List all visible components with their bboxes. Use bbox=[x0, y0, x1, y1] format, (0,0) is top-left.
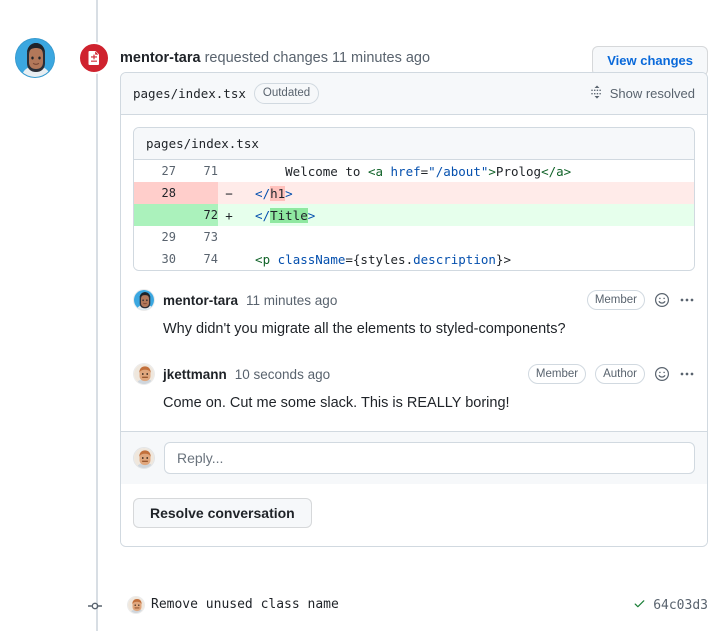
code-token: </ bbox=[240, 186, 270, 201]
diff-line-number-old: 29 bbox=[134, 226, 176, 248]
diff-line-number-old bbox=[134, 204, 176, 226]
code-token: <p bbox=[240, 252, 270, 267]
outdated-badge: Outdated bbox=[254, 83, 319, 104]
role-badge-author: Author bbox=[595, 364, 645, 384]
diff-line-number-old: 27 bbox=[134, 160, 176, 182]
diff-code: </Title> bbox=[240, 204, 694, 226]
commit-status: 64c03d3 bbox=[633, 597, 708, 614]
comment-author[interactable]: mentor-tara bbox=[163, 293, 238, 308]
code-token: <a bbox=[368, 164, 383, 179]
comment-header: mentor-tara 11 minutes ago Member bbox=[133, 285, 695, 315]
code-token bbox=[270, 252, 278, 267]
unfold-icon bbox=[590, 85, 604, 102]
kebab-menu-icon[interactable] bbox=[679, 366, 695, 382]
review-action: requested changes 11 minutes ago bbox=[201, 50, 430, 66]
code-token: > bbox=[488, 164, 496, 179]
comment-actions: Member bbox=[587, 290, 695, 310]
comment-list: mentor-tara 11 minutes ago Member Why didn'… bbox=[121, 283, 707, 431]
diff-row: 2771 Welcome to <a href="/about">Prolog<… bbox=[134, 160, 694, 182]
code-token: </ bbox=[240, 208, 270, 223]
avatar-jkettmann[interactable] bbox=[133, 363, 155, 385]
code-token: > bbox=[285, 186, 293, 201]
commit-sha-text[interactable]: 64c03d3 bbox=[653, 598, 708, 613]
code-token: "/about" bbox=[428, 164, 488, 179]
code-token: {styles. bbox=[353, 252, 413, 267]
code-token: href bbox=[391, 164, 421, 179]
diff-code: </h1> bbox=[240, 182, 694, 204]
comment-author[interactable]: jkettmann bbox=[163, 367, 227, 382]
kebab-menu-icon[interactable] bbox=[679, 292, 695, 308]
comment-header: jkettmann 10 seconds ago Member Author bbox=[133, 359, 695, 389]
comment-actions: Member Author bbox=[528, 364, 695, 384]
review-actor[interactable]: mentor-tara bbox=[120, 50, 201, 66]
timeline-rail bbox=[96, 0, 98, 631]
comment-timestamp: 11 minutes ago bbox=[246, 293, 337, 308]
reply-input[interactable] bbox=[164, 442, 695, 474]
diff-line-number-new: 73 bbox=[176, 226, 218, 248]
avatar-mentor-tara[interactable] bbox=[133, 289, 155, 311]
diff-file-header: pages/index.tsx bbox=[134, 128, 694, 160]
diff-row: 72+ </Title> bbox=[134, 204, 694, 226]
comment: mentor-tara 11 minutes ago Member Why didn'… bbox=[121, 283, 707, 357]
diff-code: Welcome to <a href="/about">Prolog</a> bbox=[240, 160, 694, 182]
code-token: }> bbox=[496, 252, 511, 267]
diff-line-number-old: 28 bbox=[134, 182, 176, 204]
code-token: description bbox=[413, 252, 496, 267]
diff-code: <p className={styles.description}> bbox=[240, 248, 694, 270]
diff-row: 3074 <p className={styles.description}> bbox=[134, 248, 694, 270]
commit-message[interactable]: Remove unused class name bbox=[151, 597, 339, 612]
code-token: > bbox=[308, 208, 316, 223]
file-diff-icon bbox=[78, 42, 110, 74]
diff-line-number-new: 72 bbox=[176, 204, 218, 226]
avatar-jkettmann[interactable] bbox=[133, 447, 155, 469]
review-summary-text: mentor-tara requested changes 11 minutes… bbox=[120, 50, 430, 66]
diff-line-number-new: 71 bbox=[176, 160, 218, 182]
thread-header: pages/index.tsx Outdated bbox=[121, 73, 707, 115]
code-token bbox=[383, 164, 391, 179]
emoji-smiley-icon[interactable] bbox=[654, 366, 670, 382]
comment-timestamp: 10 seconds ago bbox=[235, 367, 330, 382]
commit-timeline-row bbox=[0, 592, 720, 620]
diff-sign: + bbox=[218, 204, 240, 226]
reply-row bbox=[121, 431, 707, 484]
role-badge-member: Member bbox=[528, 364, 586, 384]
code-token: h1 bbox=[270, 186, 285, 201]
resolve-section: Resolve conversation bbox=[121, 484, 707, 546]
code-token: </a> bbox=[541, 164, 571, 179]
code-token: className bbox=[278, 252, 346, 267]
show-resolved-toggle[interactable]: Show resolved bbox=[590, 85, 695, 102]
comment: jkettmann 10 seconds ago Member Author Come … bbox=[121, 357, 707, 431]
role-badge-member: Member bbox=[587, 290, 645, 310]
diff-row: 28 − </h1> bbox=[134, 182, 694, 204]
diff-line-number-old: 30 bbox=[134, 248, 176, 270]
diff-sign bbox=[218, 160, 240, 182]
comment-body: Come on. Cut me some slack. This is REAL… bbox=[133, 389, 695, 431]
code-token: Title bbox=[270, 208, 308, 223]
emoji-smiley-icon[interactable] bbox=[654, 292, 670, 308]
diff-table: 2771 Welcome to <a href="/about">Prolog<… bbox=[134, 160, 694, 270]
comment-body: Why didn't you migrate all the elements … bbox=[133, 315, 695, 357]
code-token: = bbox=[345, 252, 353, 267]
check-icon bbox=[633, 597, 646, 614]
diff-container: pages/index.tsx 2771 Welcome to <a href=… bbox=[133, 127, 695, 271]
show-resolved-label: Show resolved bbox=[610, 86, 695, 101]
avatar-jkettmann-commit[interactable] bbox=[127, 596, 145, 614]
thread-file-path[interactable]: pages/index.tsx bbox=[133, 86, 246, 101]
code-token: Welcome to bbox=[240, 164, 368, 179]
diff-sign bbox=[218, 226, 240, 248]
diff-sign: − bbox=[218, 182, 240, 204]
review-header: mentor-tara requested changes 11 minutes… bbox=[0, 18, 720, 66]
pull-request-review-timeline: mentor-tara requested changes 11 minutes… bbox=[0, 0, 720, 631]
diff-sign bbox=[218, 248, 240, 270]
diff-row: 2973 bbox=[134, 226, 694, 248]
resolve-conversation-button[interactable]: Resolve conversation bbox=[133, 498, 312, 528]
thread-file-info: pages/index.tsx Outdated bbox=[133, 83, 319, 104]
diff-line-number-new bbox=[176, 182, 218, 204]
review-thread-card: pages/index.tsx Outdated bbox=[120, 72, 708, 547]
code-token: Prolog bbox=[496, 164, 541, 179]
avatar-mentor-tara[interactable] bbox=[15, 38, 55, 78]
diff-line-number-new: 74 bbox=[176, 248, 218, 270]
diff-code bbox=[240, 226, 694, 248]
commit-dot-icon bbox=[88, 599, 102, 613]
